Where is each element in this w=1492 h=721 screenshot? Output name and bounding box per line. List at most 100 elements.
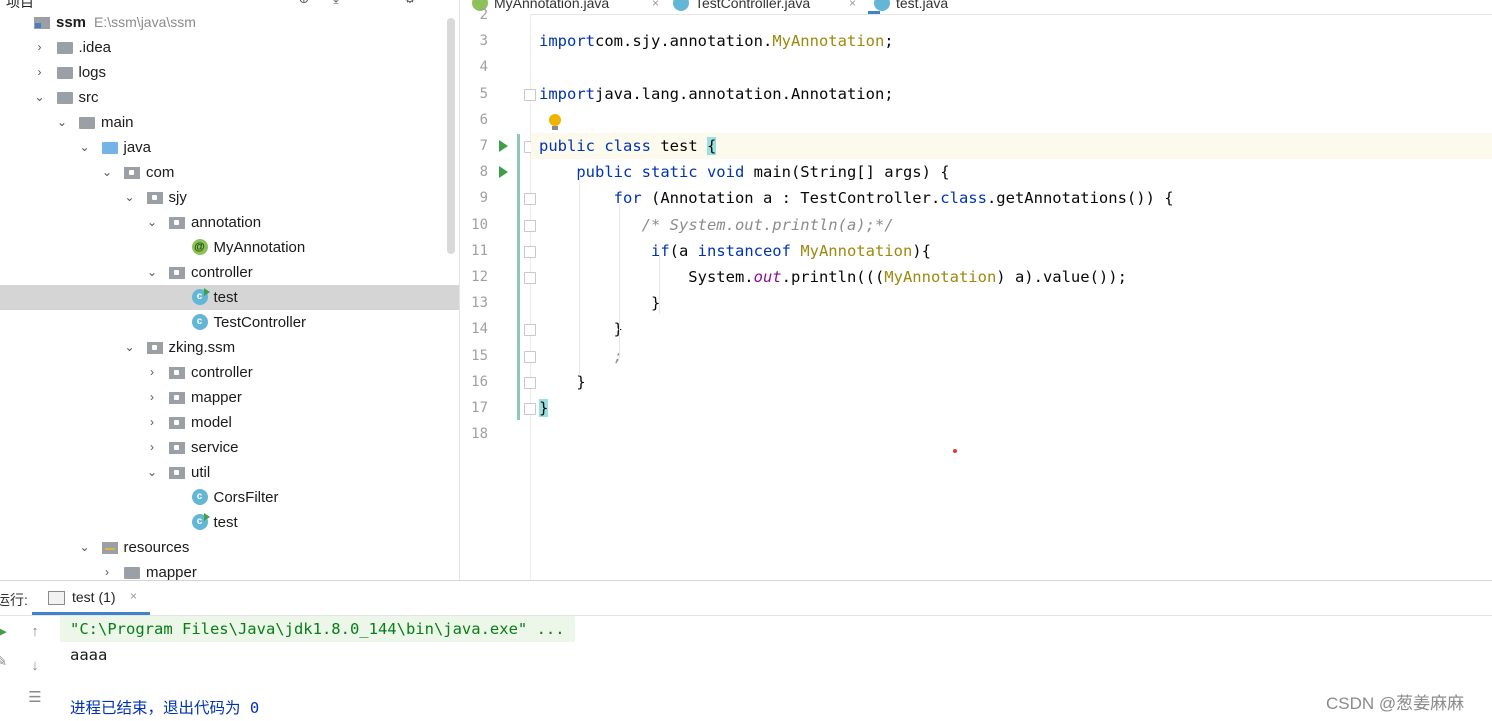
- code-line[interactable]: public static void main(String[] args) {: [531, 159, 1492, 185]
- chevron-down-icon[interactable]: ⌄: [100, 160, 114, 185]
- code-line[interactable]: importjava.lang.annotation.Annotation;: [531, 81, 1492, 107]
- code-line[interactable]: [531, 107, 1492, 133]
- tree-item[interactable]: › controller: [0, 360, 459, 385]
- chevron-down-icon[interactable]: ⌄: [123, 335, 137, 360]
- tree-item[interactable]: c CorsFilter: [0, 485, 459, 510]
- code-line[interactable]: if(a instanceof MyAnnotation){: [531, 238, 1492, 264]
- chevron-right-icon[interactable]: ›: [145, 385, 159, 410]
- chevron-right-icon[interactable]: ›: [145, 360, 159, 385]
- code-text: importjava.lang.annotation.Annotation;: [539, 81, 894, 107]
- chevron-right-icon[interactable]: ›: [145, 410, 159, 435]
- chevron-right-icon[interactable]: ›: [33, 35, 47, 60]
- chevron-down-icon[interactable]: ⌄: [145, 210, 159, 235]
- code-text: }: [539, 290, 660, 316]
- tree-item[interactable]: ⌄ com: [0, 160, 459, 185]
- tree-item[interactable]: ⌄ sjy: [0, 185, 459, 210]
- chevron-right-icon[interactable]: ›: [100, 560, 114, 580]
- code-line[interactable]: [531, 421, 1492, 447]
- tree-item[interactable]: › model: [0, 410, 459, 435]
- code-line[interactable]: /* System.out.println(a);*/: [531, 212, 1492, 238]
- tree-item[interactable]: ⌄ resources: [0, 535, 459, 560]
- code-area[interactable]: importcom.sjy.annotation.MyAnnotation; im…: [531, 14, 1492, 580]
- code-token: MyAnnotation: [800, 241, 913, 260]
- folder-icon: [56, 92, 73, 104]
- code-line[interactable]: importcom.sjy.annotation.MyAnnotation;: [531, 28, 1492, 54]
- code-token: System.: [539, 268, 754, 286]
- wrench-icon[interactable]: ✎: [0, 653, 10, 671]
- tree-item[interactable]: › service: [0, 435, 459, 460]
- run-gutter-icon[interactable]: [499, 166, 508, 179]
- rerun-icon[interactable]: ▶: [0, 623, 10, 641]
- tree-item[interactable]: c TestController: [0, 310, 459, 335]
- tree-item[interactable]: c test: [0, 285, 459, 310]
- run-tab[interactable]: test (1) ×: [32, 581, 150, 615]
- tree-item[interactable]: ⌄ util: [0, 460, 459, 485]
- tree-item-name: controller: [191, 264, 253, 281]
- tree-item[interactable]: ssm E:\ssm\java\ssm: [0, 10, 459, 35]
- up-icon[interactable]: ⌃: [361, 0, 377, 7]
- chevron-down-icon[interactable]: ⌄: [78, 135, 92, 160]
- code-token: com.sjy.annotation.: [595, 32, 773, 51]
- tree-item[interactable]: ⌄ java: [0, 135, 459, 160]
- chevron-right-icon[interactable]: ›: [145, 435, 159, 460]
- code-line[interactable]: }: [531, 316, 1492, 342]
- tree-item-name: model: [191, 414, 232, 431]
- console-output[interactable]: "C:\Program Files\Java\jdk1.8.0_144\bin\…: [60, 615, 1480, 721]
- close-icon[interactable]: ×: [130, 589, 137, 603]
- chevron-down-icon[interactable]: ⌄: [78, 535, 92, 560]
- code-text: }: [539, 316, 623, 342]
- tree-scrollbar[interactable]: [447, 18, 455, 254]
- tree-item-name: logs: [78, 64, 107, 81]
- chevron-down-icon[interactable]: ⌄: [33, 85, 47, 110]
- code-line[interactable]: }: [531, 290, 1492, 316]
- chevron-down-icon[interactable]: ⌄: [145, 260, 159, 285]
- indent-guide: [579, 174, 580, 374]
- scroll-down-icon[interactable]: ↓: [26, 657, 44, 675]
- run-side-tools: ▶ ↑ ✎ ↓ ☰: [0, 615, 52, 721]
- run-panel: 运行: test (1) × ▶ ↑ ✎ ↓ ☰ "C:\Program Fil…: [0, 580, 1492, 721]
- code-line[interactable]: for (Annotation a : TestController.class…: [531, 185, 1492, 211]
- tree-item[interactable]: @ MyAnnotation: [0, 235, 459, 260]
- chevron-down-icon[interactable]: ⌄: [55, 110, 69, 135]
- tree-item[interactable]: › logs: [0, 60, 459, 85]
- line-number: 17: [471, 400, 488, 416]
- lightbulb-icon[interactable]: [548, 114, 562, 130]
- globe-icon[interactable]: ⊕: [296, 0, 312, 7]
- tree-item[interactable]: ⌄ zking.ssm: [0, 335, 459, 360]
- collapse-icon[interactable]: ⤓: [328, 0, 344, 7]
- tree-item[interactable]: › .idea: [0, 35, 459, 60]
- code-line[interactable]: System.out.println(((MyAnnotation) a).va…: [531, 264, 1492, 290]
- soft-wrap-icon[interactable]: ☰: [26, 689, 44, 707]
- code-text: if(a instanceof MyAnnotation){: [539, 238, 931, 264]
- code-line[interactable]: public class test {: [531, 133, 1492, 159]
- chevron-down-icon[interactable]: ⌄: [123, 185, 137, 210]
- gear-icon[interactable]: ⚙: [402, 0, 418, 7]
- tree-item-name: test: [213, 514, 238, 531]
- code-token: ;: [884, 32, 894, 51]
- code-line[interactable]: }: [531, 369, 1492, 395]
- tree-item[interactable]: ⌄ controller: [0, 260, 459, 285]
- tree-item[interactable]: ⌄ annotation: [0, 210, 459, 235]
- scroll-up-icon[interactable]: ↑: [26, 623, 44, 641]
- code-line[interactable]: [531, 54, 1492, 80]
- folder-icon: [124, 567, 140, 579]
- chevron-right-icon[interactable]: ›: [33, 60, 47, 85]
- chevron-down-icon[interactable]: ⌄: [145, 460, 159, 485]
- tree-item-name: mapper: [191, 389, 242, 406]
- tree-item[interactable]: ⌄ src: [0, 85, 459, 110]
- tree-item[interactable]: ⌄ main: [0, 110, 459, 135]
- tree-item-name: service: [191, 439, 239, 456]
- code-line[interactable]: }: [531, 395, 1492, 421]
- vcs-change-marker[interactable]: [517, 134, 520, 420]
- red-dot-marker: [953, 449, 957, 453]
- run-gutter-icon[interactable]: [499, 140, 508, 152]
- code-line[interactable]: ;: [531, 343, 1492, 369]
- tree-item[interactable]: › mapper: [0, 560, 459, 580]
- tree-item[interactable]: c test: [0, 510, 459, 535]
- line-number: 3: [479, 33, 488, 50]
- code-line[interactable]: [531, 2, 1492, 28]
- tree-item[interactable]: › mapper: [0, 385, 459, 410]
- code-text: for (Annotation a : TestController.class…: [539, 185, 1174, 211]
- line-number: 4: [479, 59, 488, 76]
- code-text: public class test {: [539, 133, 717, 159]
